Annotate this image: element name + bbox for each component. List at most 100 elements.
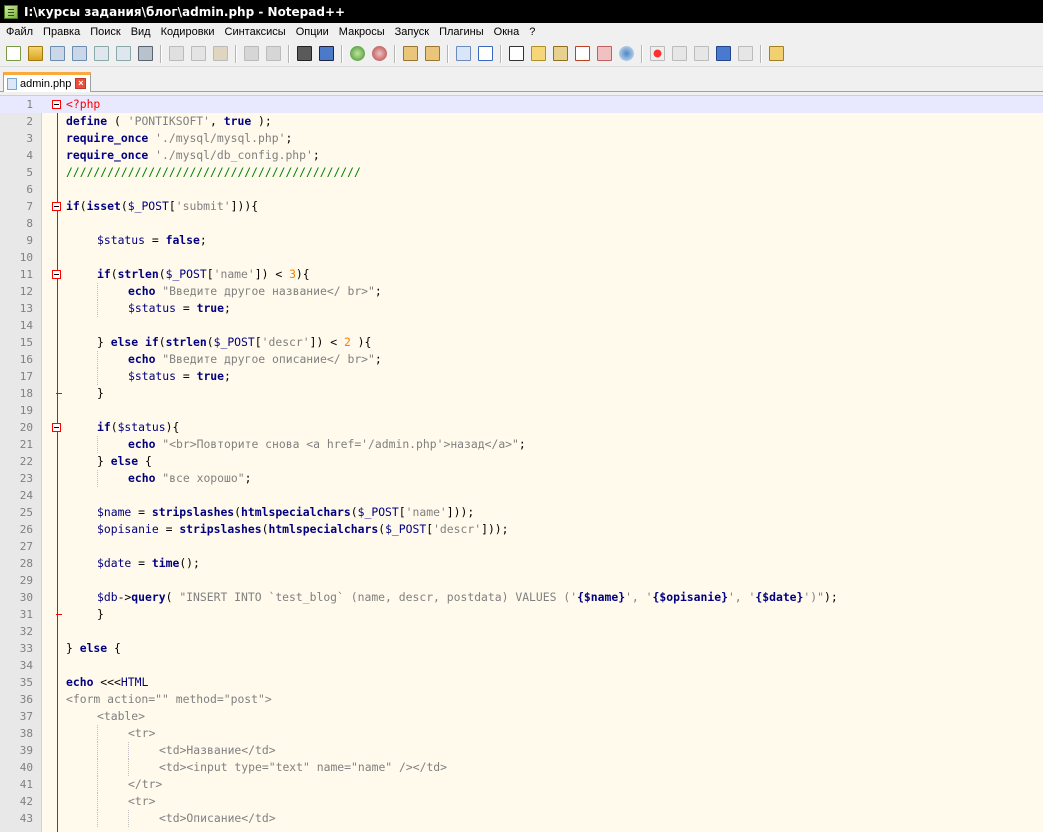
code-line[interactable]: 11 if(strlen($_POST['name']) < 3){ — [0, 266, 1043, 283]
code-line[interactable]: 32 — [0, 623, 1043, 640]
save-all-button[interactable] — [69, 44, 89, 64]
code-line[interactable]: 40 <td><input type="text" name="name" /><… — [0, 759, 1043, 776]
code-line[interactable]: 10 — [0, 249, 1043, 266]
code-line[interactable]: 12 echo "Введите другое название</ br>"; — [0, 283, 1043, 300]
zoom-in-button[interactable] — [347, 44, 367, 64]
doc-map-button[interactable] — [550, 44, 570, 64]
record-macro-button[interactable] — [647, 44, 667, 64]
code-line[interactable]: 26 $opisanie = stripslashes(htmlspecialch… — [0, 521, 1043, 538]
code-line[interactable]: 16 echo "Введите другое описание</ br>"; — [0, 351, 1043, 368]
menu-item-3[interactable]: Вид — [126, 23, 156, 41]
code-line[interactable]: 17 $status = true; — [0, 368, 1043, 385]
fold-toggle-icon[interactable] — [52, 423, 61, 432]
save-button[interactable] — [47, 44, 67, 64]
code-line[interactable]: 14 — [0, 317, 1043, 334]
code-line[interactable]: 21 echo "<br>Повторите снова <a href='/ad… — [0, 436, 1043, 453]
cut-button[interactable] — [166, 44, 186, 64]
close-tab-icon[interactable]: × — [75, 78, 87, 89]
code-line[interactable]: 24 — [0, 487, 1043, 504]
menu-item-11[interactable]: ? — [524, 23, 540, 41]
close-all-button[interactable] — [113, 44, 133, 64]
code-line[interactable]: 2 define ( 'PONTIKSOFT', true ); — [0, 113, 1043, 130]
menu-item-8[interactable]: Запуск — [390, 23, 434, 41]
menu-item-0[interactable]: Файл — [1, 23, 38, 41]
menu-item-9[interactable]: Плагины — [434, 23, 489, 41]
monitoring-button[interactable] — [616, 44, 636, 64]
indent-guide-button[interactable] — [506, 44, 526, 64]
notepad-plus-plus-app-icon[interactable] — [4, 4, 18, 19]
code-line[interactable]: 20 if($status){ — [0, 419, 1043, 436]
code-line[interactable]: 6 — [0, 181, 1043, 198]
word-wrap-button[interactable] — [453, 44, 473, 64]
code-line[interactable]: 41 </tr> — [0, 776, 1043, 793]
stop-macro-button[interactable] — [669, 44, 689, 64]
replace-button[interactable] — [316, 44, 336, 64]
fold-toggle-icon[interactable] — [52, 202, 61, 211]
sync-horizontal-button[interactable] — [422, 44, 442, 64]
code-line[interactable]: 27 — [0, 538, 1043, 555]
fold-toggle-icon[interactable] — [52, 270, 61, 279]
code-line[interactable]: 13 $status = true; — [0, 300, 1043, 317]
line-number: 41 — [19, 778, 33, 791]
new-file-button[interactable] — [3, 44, 23, 64]
code-line[interactable]: 18} — [0, 385, 1043, 402]
menu-item-1[interactable]: Правка — [38, 23, 85, 41]
open-in-explorer-button[interactable] — [766, 44, 786, 64]
code-line[interactable]: 4 require_once './mysql/db_config.php'; — [0, 147, 1043, 164]
find-button[interactable] — [294, 44, 314, 64]
code-line[interactable]: 31} — [0, 606, 1043, 623]
code-line[interactable]: 7 if(isset($_POST['submit'])){ — [0, 198, 1043, 215]
save-macro-button[interactable] — [735, 44, 755, 64]
code-line[interactable]: 15} else if(strlen($_POST['descr']) < 2 … — [0, 334, 1043, 351]
code-line[interactable]: 5 ///////////////////////////////////////… — [0, 164, 1043, 181]
code-line[interactable]: 30 $db->query( "INSERT INTO `test_blog` (… — [0, 589, 1043, 606]
menu-item-4[interactable]: Кодировки — [156, 23, 220, 41]
code-line[interactable]: 36 <form action="" method="post"> — [0, 691, 1043, 708]
copy-button[interactable] — [188, 44, 208, 64]
close-button[interactable] — [91, 44, 111, 64]
code-line[interactable]: 35 echo <<<HTML — [0, 674, 1043, 691]
undo-button[interactable] — [241, 44, 261, 64]
open-file-button[interactable] — [25, 44, 45, 64]
code-line[interactable]: 39 <td>Название</td> — [0, 742, 1043, 759]
code-line[interactable]: 28 $date = time(); — [0, 555, 1043, 572]
indent-guide — [97, 759, 98, 776]
code-line[interactable]: 3 require_once './mysql/mysql.php'; — [0, 130, 1043, 147]
menu-item-5[interactable]: Синтаксисы — [220, 23, 291, 41]
code-line[interactable]: 8 — [0, 215, 1043, 232]
zoom-out-button[interactable] — [369, 44, 389, 64]
code-line[interactable]: 34 — [0, 657, 1043, 674]
code-editor[interactable]: 1 <?php 2 define ( 'PONTIKSOFT', true ); 3 re… — [0, 95, 1043, 832]
menu-item-7[interactable]: Макросы — [334, 23, 390, 41]
code-line[interactable]: 37 <table> — [0, 708, 1043, 725]
menu-item-10[interactable]: Окна — [489, 23, 525, 41]
code-line[interactable]: 29 — [0, 572, 1043, 589]
code-token: ( — [120, 199, 128, 213]
play-macro-button[interactable] — [691, 44, 711, 64]
print-button[interactable] — [135, 44, 155, 64]
code-line[interactable]: 19 — [0, 402, 1043, 419]
code-line[interactable]: 1 <?php — [0, 96, 1043, 113]
code-line[interactable]: 42 <tr> — [0, 793, 1043, 810]
function-list-button[interactable] — [572, 44, 592, 64]
code-line[interactable]: 23 echo "все хорошо"; — [0, 470, 1043, 487]
sync-vertical-button[interactable] — [400, 44, 420, 64]
code-area[interactable]: 1 <?php 2 define ( 'PONTIKSOFT', true ); 3 re… — [0, 96, 1043, 827]
paste-button[interactable] — [210, 44, 230, 64]
code-line[interactable]: 25 $name = stripslashes(htmlspecialchars(… — [0, 504, 1043, 521]
code-line[interactable]: 33} else { — [0, 640, 1043, 657]
tab-admin-php[interactable]: admin.php × — [3, 72, 91, 92]
code-line[interactable]: 22} else { — [0, 453, 1043, 470]
redo-button[interactable] — [263, 44, 283, 64]
user-defined-lang-button[interactable] — [528, 44, 548, 64]
show-all-chars-button[interactable] — [475, 44, 495, 64]
run-macro-multiple-button[interactable] — [713, 44, 733, 64]
menu-item-6[interactable]: Опции — [291, 23, 334, 41]
menu-item-2[interactable]: Поиск — [85, 23, 125, 41]
folder-as-workspace-button[interactable] — [594, 44, 614, 64]
code-line[interactable]: 43 <td>Описание</td> — [0, 810, 1043, 827]
code-line[interactable]: 38 <tr> — [0, 725, 1043, 742]
code-line[interactable]: 9 $status = false; — [0, 232, 1043, 249]
code-token: 2 — [343, 335, 351, 349]
fold-toggle-icon[interactable] — [52, 100, 61, 109]
